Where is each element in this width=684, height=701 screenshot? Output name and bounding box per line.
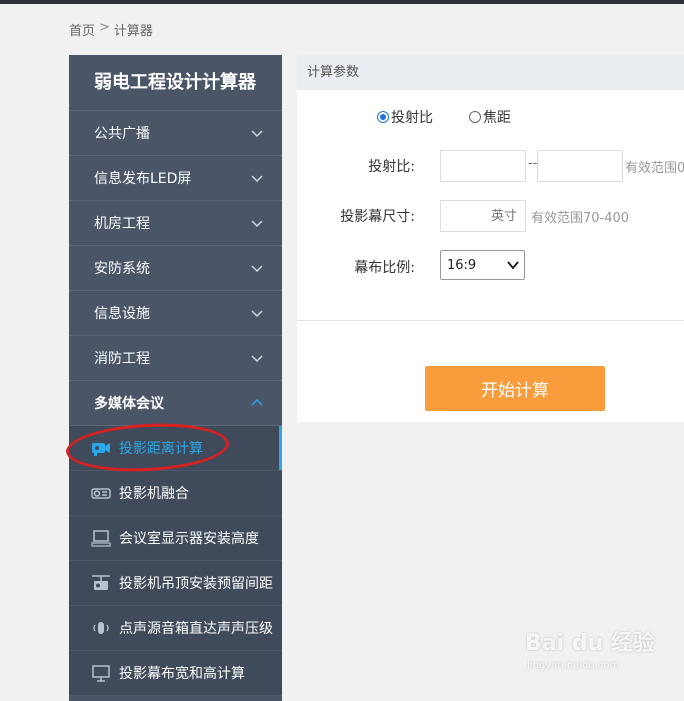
radio-checked-icon — [377, 111, 389, 123]
chevron-up-icon — [251, 398, 263, 406]
sidebar-item-label: 点声源音箱直达声声压级 — [119, 621, 273, 637]
sidebar-category-label: 机房工程 — [94, 216, 150, 232]
throw-ratio-hint: 有效范围0 — [625, 161, 684, 176]
throw-ratio-max-input[interactable] — [537, 150, 623, 182]
ceiling-projector-icon — [91, 574, 111, 592]
chevron-down-icon — [251, 310, 263, 318]
sidebar-item-ceiling-clearance[interactable]: 投影机吊顶安装预留间距 — [69, 561, 282, 606]
sidebar-category-led-screen[interactable]: 信息发布LED屏 — [69, 156, 282, 201]
watermark-brand: Bai du 经验 — [525, 631, 655, 656]
radio-unchecked-icon — [469, 111, 481, 123]
aspect-ratio-label: 幕布比例: — [354, 260, 415, 276]
projector-icon — [91, 484, 111, 502]
sidebar-category-machine-room[interactable]: 机房工程 — [69, 201, 282, 246]
breadcrumb-home[interactable]: 首页 — [69, 20, 95, 39]
sidebar-item-projector-blend[interactable]: 投影机融合 — [69, 471, 282, 516]
sidebar-category-label: 消防工程 — [94, 351, 150, 367]
panel-header: 计算参数 — [297, 55, 684, 90]
sidebar-category-label: 信息设施 — [94, 306, 150, 322]
range-dash: -- — [528, 156, 538, 171]
screen-size-input[interactable] — [440, 200, 526, 232]
radio-focal-length[interactable]: 焦距 — [469, 107, 511, 127]
screen-size-hint: 有效范围70-400 — [531, 211, 630, 226]
chevron-down-icon — [507, 261, 519, 270]
panel-divider — [297, 320, 684, 321]
sidebar-category-fire[interactable]: 消防工程 — [69, 336, 282, 381]
screen-size-label: 投影幕尺寸: — [340, 209, 415, 225]
sidebar-category-multimedia[interactable]: 多媒体会议 — [69, 381, 282, 426]
chevron-down-icon — [251, 130, 263, 138]
sidebar-item-projection-distance[interactable]: 投影距离计算 — [69, 426, 282, 471]
chevron-down-icon — [251, 355, 263, 363]
calc-panel: 计算参数 投射比 焦距 投射比: -- 有效范围0 投影幕尺寸: 有效范围70-… — [297, 55, 684, 422]
sidebar-category-label: 安防系统 — [94, 261, 150, 277]
sidebar-item-label: 会议室显示器安装高度 — [119, 531, 259, 547]
sidebar-item-label: 投影幕布宽和高计算 — [119, 666, 245, 682]
breadcrumb-separator: > — [99, 20, 110, 35]
chevron-down-icon — [251, 265, 263, 273]
camera-icon — [91, 439, 111, 457]
sidebar-item-label: 投影机吊顶安装预留间距 — [119, 576, 273, 592]
mode-radio-group: 投射比 焦距 — [377, 107, 511, 127]
sidebar: 弱电工程设计计算器 公共广播 信息发布LED屏 机房工程 安防系统 信息设施 消… — [69, 55, 282, 701]
sidebar-category-public-broadcast[interactable]: 公共广播 — [69, 111, 282, 156]
breadcrumb-current: 计算器 — [113, 24, 153, 39]
sidebar-category-security[interactable]: 安防系统 — [69, 246, 282, 291]
radio-label: 投射比 — [391, 110, 433, 126]
sidebar-item-label: 投影机融合 — [119, 486, 189, 502]
watermark-url: jingyan.baidu.com — [527, 660, 620, 671]
sidebar-item-label: 投影距离计算 — [119, 441, 203, 457]
radio-label: 焦距 — [483, 110, 511, 126]
start-calculate-button[interactable]: 开始计算 — [425, 366, 605, 411]
sidebar-category-label: 信息发布LED屏 — [94, 171, 192, 187]
sidebar-item-screen-size[interactable]: 投影幕布宽和高计算 — [69, 651, 282, 696]
throw-ratio-min-input[interactable] — [440, 150, 526, 182]
screen-icon — [91, 664, 111, 682]
sidebar-title: 弱电工程设计计算器 — [69, 55, 282, 111]
breadcrumb: 首页 > 计算器 — [69, 20, 153, 39]
aspect-ratio-select[interactable]: 16:9 — [440, 250, 525, 280]
speaker-icon — [91, 619, 111, 637]
monitor-icon — [91, 529, 111, 547]
chevron-down-icon — [251, 220, 263, 228]
radio-throw-ratio[interactable]: 投射比 — [377, 107, 433, 127]
sidebar-category-label: 公共广播 — [94, 126, 150, 142]
sidebar-item-speaker-spl[interactable]: 点声源音箱直达声声压级 — [69, 606, 282, 651]
top-bar — [0, 0, 684, 4]
throw-ratio-label: 投射比: — [368, 159, 415, 175]
sidebar-category-info-facilities[interactable]: 信息设施 — [69, 291, 282, 336]
sidebar-category-label: 多媒体会议 — [94, 396, 164, 412]
aspect-ratio-value: 16:9 — [447, 257, 477, 273]
sidebar-item-monitor-height[interactable]: 会议室显示器安装高度 — [69, 516, 282, 561]
chevron-down-icon — [251, 175, 263, 183]
